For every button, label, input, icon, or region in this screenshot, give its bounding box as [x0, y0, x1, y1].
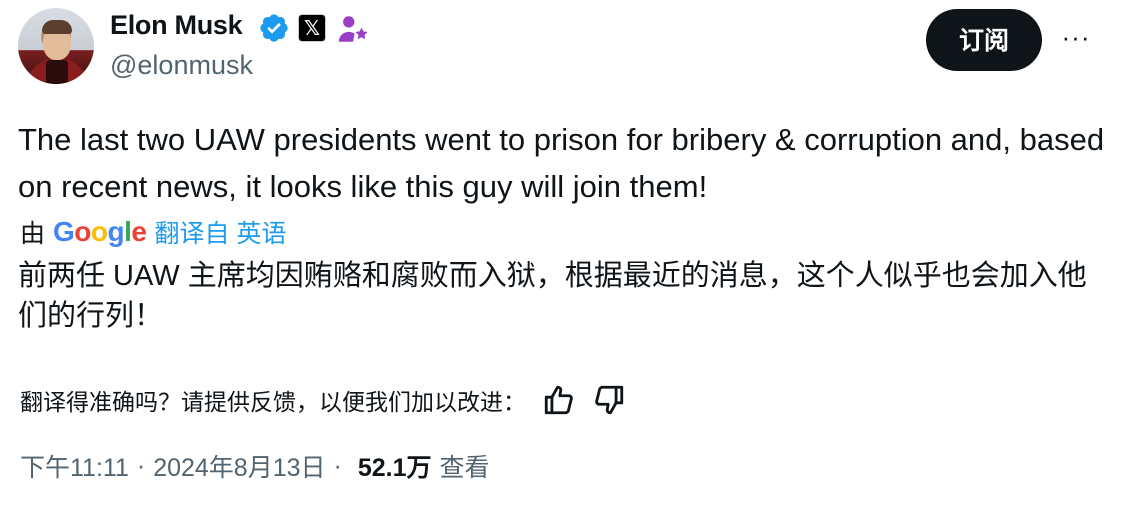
thumbs-up-icon[interactable]	[542, 383, 576, 417]
feedback-prompt: 翻译得准确吗？请提供反馈，以便我们加以改进：	[20, 389, 526, 415]
author-name[interactable]: Elon Musk	[110, 10, 243, 41]
avatar-hair	[42, 20, 72, 34]
tweet-text: The last two UAW presidents went to pris…	[18, 122, 1105, 204]
views-count[interactable]: 52.1万	[358, 448, 432, 484]
google-logo-icon: Google	[53, 216, 147, 247]
avatar-suit-detail	[46, 60, 68, 84]
meta-separator: ·	[136, 451, 146, 480]
views-label[interactable]: 查看	[440, 448, 490, 484]
subscribe-button[interactable]: 订阅	[926, 9, 1042, 71]
x-affiliate-badge-icon[interactable]: 𝕏	[298, 14, 326, 42]
translated-from-link[interactable]: 翻译自 英语	[154, 214, 286, 250]
tweet-meta: 下午11:11 · 2024年8月13日 · 52.1万 查看	[20, 446, 490, 486]
author-handle[interactable]: @elonmusk	[110, 50, 253, 81]
tweet-date[interactable]: 2024年8月13日	[153, 448, 325, 484]
translation-attribution: 由 Google 翻译自 英语	[20, 212, 286, 252]
avatar[interactable]	[18, 8, 94, 84]
translated-text: 前两任 UAW 主席均因贿赂和腐败而入狱，根据最近的消息，这个人似乎也会加入他们…	[18, 260, 1087, 332]
person-star-badge-icon[interactable]	[336, 12, 370, 46]
translation-feedback: 翻译得准确吗？请提供反馈，以便我们加以改进：	[20, 380, 626, 420]
more-options-icon[interactable]: ···	[1058, 22, 1094, 58]
meta-separator-2: ·	[333, 451, 342, 480]
tweet-time[interactable]: 下午11:11	[20, 448, 129, 484]
thumbs-down-icon[interactable]	[592, 383, 626, 417]
verified-badge-icon[interactable]	[258, 12, 290, 44]
translated-by-label: 由	[20, 220, 46, 248]
